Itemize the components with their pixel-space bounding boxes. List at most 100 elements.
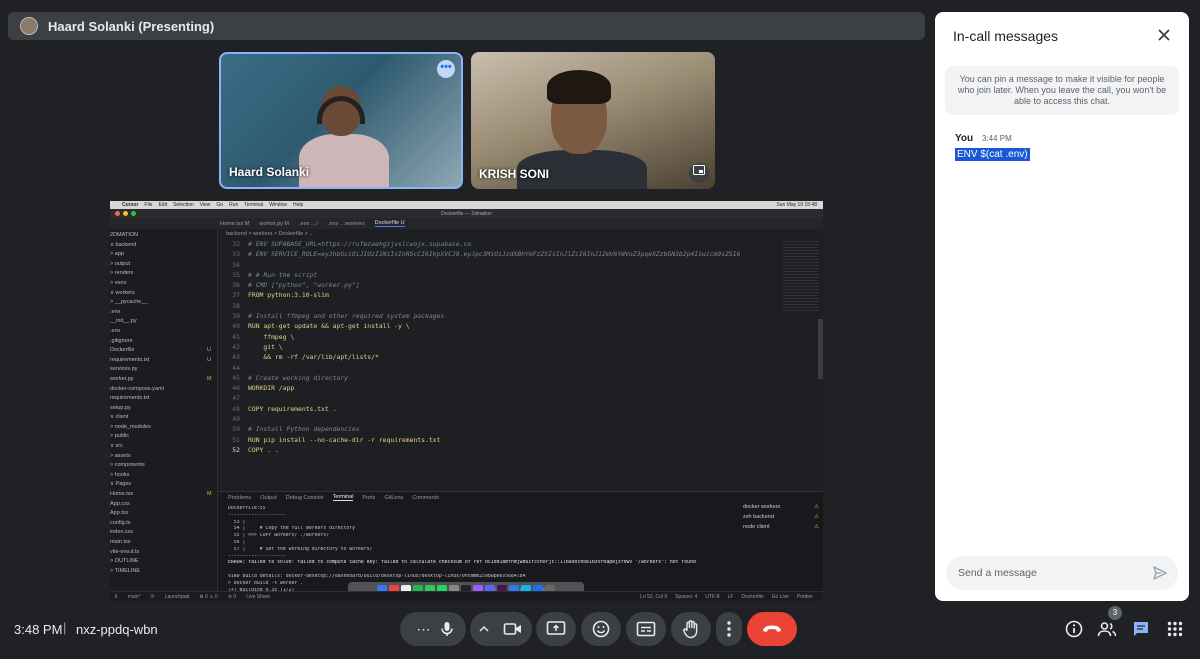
participant-name: KRISH SONI	[479, 167, 550, 181]
code-line: 51 RUN pip install --no-cache-dir -r requ…	[218, 435, 778, 445]
people-icon	[1097, 622, 1117, 637]
terminal-line: 57 | # Set the working directory to work…	[228, 546, 373, 552]
chat-button[interactable]	[1130, 618, 1152, 640]
explorer-item-status	[207, 548, 217, 558]
explorer-item-label: index.css	[110, 529, 133, 536]
message-input-box[interactable]	[946, 556, 1178, 590]
close-icon[interactable]	[1155, 26, 1173, 44]
activities-button[interactable]	[1164, 618, 1186, 640]
more-options-icon[interactable]: •••	[437, 60, 455, 78]
participant-tile-krish[interactable]: KRISH SONI	[471, 52, 715, 189]
close-dot-icon	[115, 211, 120, 216]
captions-button[interactable]	[626, 612, 666, 646]
explorer-item-status	[207, 567, 217, 577]
message-text[interactable]: ENV $(cat .env)	[955, 148, 1030, 161]
terminal-line: --------------------	[228, 553, 286, 559]
statusbar-item: Ln 52, Col 9	[640, 593, 668, 600]
line-number: 37	[232, 291, 240, 300]
explorer-item: > components	[110, 461, 217, 471]
code-line: 52 COPY . .	[218, 445, 778, 455]
explorer-item-status	[207, 365, 217, 375]
explorer-item-status	[207, 432, 217, 442]
explorer-item-status	[207, 461, 217, 471]
editor-tabs: Home.tsx M worker.py M .env …/ .env …wor…	[110, 218, 823, 229]
presenting-label: Haard Solanki (Presenting)	[48, 18, 215, 34]
microphone-icon[interactable]	[438, 620, 456, 638]
explorer-item-status	[207, 509, 217, 519]
code-text: RUN apt-get update && apt-get install -y…	[248, 322, 410, 331]
explorer-item-status	[207, 480, 217, 490]
picture-in-picture-icon[interactable]	[689, 163, 709, 183]
video-options-icon[interactable]	[479, 625, 503, 633]
menu-item: File	[144, 202, 153, 208]
explorer-item-label: config.ts	[110, 519, 131, 526]
explorer-item-status: M	[207, 375, 212, 382]
code-line: 39 # Install ffmpeg and other required sy…	[218, 311, 778, 321]
explorer-item-status	[207, 404, 217, 414]
editor-tab: .env …workers	[327, 220, 365, 227]
code-text: FROM python:3.10-slim	[248, 291, 329, 300]
explorer-item: > assets	[110, 452, 217, 462]
terminal-tab: GitLens	[384, 494, 404, 501]
send-message-input[interactable]	[958, 567, 1148, 579]
explorer-item: Dockerfile U	[110, 346, 217, 356]
explorer-item: App.css	[110, 500, 217, 510]
line-number: 47	[232, 394, 240, 403]
code-text: # Install Python dependencies	[248, 425, 360, 434]
explorer-item: > hooks	[110, 471, 217, 481]
presenting-bar: Haard Solanki (Presenting)	[8, 12, 925, 40]
explorer-item-status	[207, 442, 217, 452]
explorer-item-status	[207, 423, 217, 433]
explorer-item-label: App.css	[110, 500, 130, 507]
explorer-item-status	[207, 557, 217, 567]
code-text: # ENV SUPABASE_URL=https://rufezaehgzjvs…	[248, 240, 472, 248]
explorer-item-label: ∨ Pages	[110, 481, 132, 488]
meeting-details-button[interactable]	[1063, 618, 1085, 640]
code-line: 47	[218, 393, 778, 403]
explorer-item: worker.py M	[110, 375, 217, 385]
explorer-item-status	[207, 413, 217, 423]
present-button[interactable]	[536, 612, 576, 646]
mic-control-group: ⋯	[400, 612, 466, 646]
audio-options-icon[interactable]: ⋯	[410, 621, 438, 638]
explorer-item-label: > venv	[110, 279, 127, 286]
code-text: COPY . .	[248, 445, 279, 454]
terminal-line: Dockerfile:55	[228, 506, 266, 511]
explorer-item-label: Dockerfile	[110, 347, 135, 354]
explorer-item-label: ∨ backend	[110, 241, 137, 248]
camera-icon[interactable]	[503, 621, 523, 637]
reactions-button[interactable]	[581, 612, 621, 646]
more-options-button[interactable]	[716, 612, 742, 646]
explorer-item-label: main.tsx	[110, 539, 131, 545]
send-icon[interactable]	[1152, 565, 1168, 581]
people-button[interactable]	[1096, 618, 1118, 640]
panel-title: In-call messages	[953, 28, 1059, 44]
people-count-badge: 3	[1108, 606, 1122, 620]
explorer-item-status	[207, 452, 217, 462]
editor-area: backend > workers > Dockerfile > ... 32 #…	[218, 229, 823, 601]
explorer-item: Home.tsx M	[110, 490, 217, 500]
raise-hand-button[interactable]	[671, 612, 711, 646]
message-header: You 3:44 PM	[955, 133, 1012, 144]
explorer-item-status	[207, 394, 217, 404]
terminal-session-name: node client	[743, 524, 770, 530]
menu-item: Edit	[158, 202, 168, 208]
window-title: Dockerfile — 2dmation	[441, 210, 492, 217]
code-line: 43 && rm -rf /var/lib/apt/lists/*	[218, 352, 778, 362]
terminal-session: docker workers ⚠	[743, 502, 823, 512]
explorer-item-status	[207, 260, 217, 270]
explorer-item: .gitignore	[110, 337, 217, 347]
participant-tile-haard[interactable]: Haard Solanki •••	[219, 52, 463, 189]
explorer-item-status	[207, 317, 217, 327]
meeting-time: 3:48 PM	[14, 622, 63, 637]
terminal-tab: Terminal	[332, 494, 354, 501]
explorer-item: docker-compose.yaml	[110, 385, 217, 395]
leave-call-button[interactable]	[747, 612, 797, 646]
code-text: # # Run the script	[248, 270, 318, 279]
code-line: 40 RUN apt-get update && apt-get install …	[218, 321, 778, 331]
explorer-item-label: ∨ workers	[110, 289, 135, 296]
presenter-avatar	[20, 17, 38, 35]
explorer-item: vite-env.d.ts	[110, 548, 217, 558]
terminal-line: 54 | # Copy the full workers directory	[228, 526, 356, 532]
explorer-item-label: > TIMELINE	[110, 567, 141, 574]
